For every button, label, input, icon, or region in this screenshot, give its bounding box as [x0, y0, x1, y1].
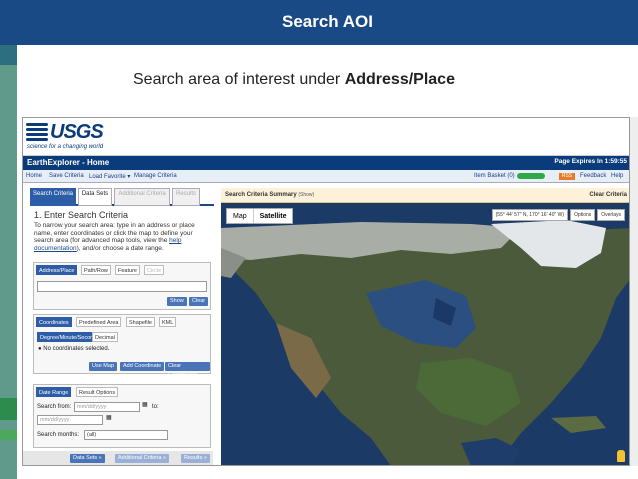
slide-subtitle: Search area of interest under Address/Pl… [133, 71, 455, 89]
tab-date-range[interactable]: Date Range [36, 387, 72, 397]
usgs-tagline: science for a changing world [27, 144, 104, 150]
subtitle-bold: Address/Place [344, 71, 455, 88]
tab-results[interactable]: Results [172, 188, 200, 206]
tab-coordinates[interactable]: Coordinates [36, 317, 72, 327]
tab-path-row[interactable]: Path/Row [81, 265, 111, 275]
nav-load-favorite[interactable]: Load Favorite ▾ [89, 173, 130, 180]
basket-progress-pill [517, 173, 545, 179]
usgs-wave-icon [26, 123, 48, 145]
to-label: to: [152, 404, 159, 410]
cursor-coordinates: (55° 44' 57" N, 170° 16' 40" W) [491, 209, 569, 221]
map-controls: (55° 44' 57" N, 170° 16' 40" W) Options … [491, 209, 625, 221]
tab-search-criteria[interactable]: Search Criteria [30, 188, 76, 206]
nav-home[interactable]: Home [26, 173, 42, 179]
date-from-input[interactable]: mm/dd/yyyy [74, 402, 140, 412]
step-heading: 1. Enter Search Criteria [34, 210, 129, 220]
map-type-map-button[interactable]: Map [227, 209, 253, 223]
usgs-header: USGS science for a changing world [23, 118, 629, 156]
top-nav: Home Save Criteria Load Favorite ▾ Manag… [23, 170, 629, 183]
subtitle-text: Search area of interest under [133, 71, 345, 88]
earthexplorer-screenshot: USGS science for a changing world EarthE… [22, 117, 630, 466]
desc-text-end: ), and/or choose a date range. [76, 245, 164, 253]
usgs-logo-text: USGS [50, 121, 104, 143]
calendar-icon[interactable]: ▦ [142, 401, 148, 408]
search-criteria-summary-bar: Search Criteria Summary (Show) Clear Cri… [221, 188, 629, 203]
tab-additional-criteria[interactable]: Additional Criteria [114, 188, 170, 206]
nav-manage-criteria[interactable]: Manage Criteria [134, 173, 177, 179]
summary-title: Search Criteria Summary (Show) [225, 192, 314, 198]
no-coordinates-message: ● No coordinates selected. [38, 346, 109, 352]
street-view-pegman-icon[interactable] [617, 450, 625, 462]
page-scrollbar[interactable] [630, 117, 638, 466]
map-type-control: Map Satellite [226, 208, 294, 224]
satellite-imagery [221, 188, 629, 465]
slide-side-accent-mid [0, 45, 17, 65]
tab-decimal[interactable]: Decimal [92, 332, 118, 342]
rss-icon[interactable]: RSS [559, 173, 575, 180]
tab-data-sets[interactable]: Data Sets [78, 188, 112, 206]
main-tabs: Search Criteria Data Sets Additional Cri… [30, 188, 214, 206]
map-type-satellite-button[interactable]: Satellite [252, 209, 293, 223]
date-to-input[interactable]: mm/dd/yyyy [37, 415, 103, 425]
nav-help[interactable]: Help [611, 173, 623, 179]
usgs-logo[interactable]: USGS science for a changing world [26, 121, 106, 154]
address-input[interactable] [37, 281, 207, 292]
nav-feedback[interactable]: Feedback [580, 173, 606, 179]
clear-criteria-link[interactable]: Clear Criteria [589, 192, 627, 198]
nav-save-criteria[interactable]: Save Criteria [49, 173, 84, 179]
date-range-box: Date Range Result Options Search from: m… [33, 384, 211, 448]
summary-show-link[interactable]: (Show) [298, 192, 314, 198]
tab-degree-minute-second[interactable]: Degree/Minute/Second [37, 332, 100, 342]
clear-button[interactable]: Clear [189, 297, 209, 306]
slide-title: Search AOI [17, 0, 638, 45]
use-map-button[interactable]: Use Map [89, 362, 118, 371]
options-button[interactable]: Options [570, 209, 596, 221]
months-select[interactable]: (all) [84, 430, 168, 440]
slide-side-accent-dark [0, 0, 17, 45]
panel-footer: Data Sets » Additional Criteria » Result… [23, 451, 213, 465]
slide-side-accent-lightgreen [0, 430, 17, 440]
tab-kml[interactable]: KML [159, 317, 177, 327]
nav-item-basket[interactable]: Item Basket (0) [474, 173, 515, 179]
summary-title-text: Search Criteria Summary [225, 192, 297, 198]
address-search-box: Address/Place Path/Row Feature Circle Sh… [33, 262, 211, 310]
show-button[interactable]: Show [167, 297, 187, 306]
search-from-label: Search from: [37, 404, 72, 410]
app-title-bar: EarthExplorer - Home Page Expires In 1:5… [23, 156, 629, 170]
additional-criteria-button[interactable]: Additional Criteria » [115, 454, 169, 463]
results-button[interactable]: Results » [181, 454, 210, 463]
add-coordinate-button[interactable]: Add Coordinate [120, 362, 165, 371]
slide-side-accent-green [0, 398, 17, 420]
step-description: To narrow your search area: type in an a… [34, 222, 210, 253]
data-sets-button[interactable]: Data Sets » [70, 454, 105, 463]
tab-circle[interactable]: Circle [144, 265, 165, 275]
search-criteria-panel: Search Criteria Data Sets Additional Cri… [30, 188, 214, 465]
clear-coordinates-button[interactable]: Clear Coordinates [165, 362, 210, 378]
session-expiry: Page Expires In 1:59:55 [554, 158, 627, 165]
satellite-map[interactable]: Search Criteria Summary (Show) Clear Cri… [221, 188, 629, 465]
tab-shapefile[interactable]: Shapefile [126, 317, 155, 327]
tab-address-place[interactable]: Address/Place [36, 265, 78, 275]
tab-feature[interactable]: Feature [115, 265, 140, 275]
calendar-icon[interactable]: ▦ [106, 414, 112, 421]
no-coordinates-text: No coordinates selected. [43, 346, 110, 352]
app-title: EarthExplorer - Home [27, 158, 110, 167]
coordinates-box: Coordinates Predefined Area Shapefile KM… [33, 314, 211, 378]
search-months-label: Search months: [37, 432, 80, 438]
tab-result-options[interactable]: Result Options [76, 387, 119, 397]
tab-predefined-area[interactable]: Predefined Area [76, 317, 122, 327]
overlays-button[interactable]: Overlays [597, 209, 625, 221]
